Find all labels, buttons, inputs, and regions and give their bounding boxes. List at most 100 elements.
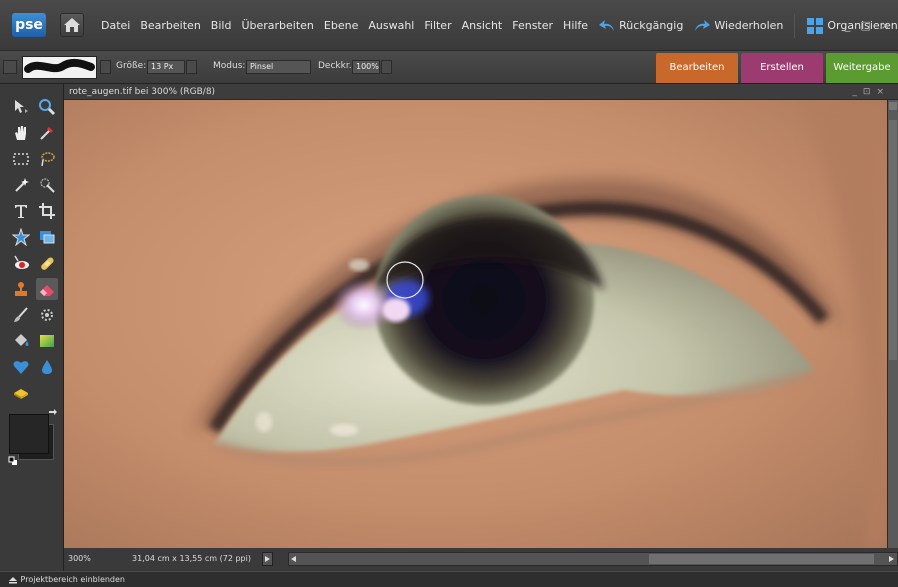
foreground-color-swatch[interactable] bbox=[9, 414, 49, 454]
size-field[interactable]: 13 Px bbox=[147, 60, 185, 74]
cookie-cutter-tool-button[interactable] bbox=[36, 226, 58, 248]
marquee-icon bbox=[13, 153, 29, 165]
image-canvas[interactable] bbox=[64, 100, 887, 548]
document-close-button[interactable]: × bbox=[876, 87, 890, 97]
zoom-tool-button[interactable] bbox=[36, 96, 58, 118]
brush-preview[interactable] bbox=[22, 56, 97, 79]
menu-ansicht[interactable]: Ansicht bbox=[457, 0, 508, 51]
brush-tool-button[interactable] bbox=[10, 304, 32, 326]
paint-bucket-tool-button[interactable] bbox=[10, 330, 32, 352]
quick-selection-tool-button[interactable] bbox=[36, 174, 58, 196]
default-colors-icon[interactable] bbox=[8, 456, 18, 466]
mode-select[interactable]: Pinsel bbox=[246, 60, 311, 74]
healing-brush-tool-button[interactable] bbox=[36, 252, 58, 274]
sponge-tool-button[interactable] bbox=[10, 382, 32, 404]
menu-ebene[interactable]: Ebene bbox=[319, 0, 363, 51]
brush-icon bbox=[14, 307, 28, 322]
horizontal-scroll-thumb[interactable] bbox=[649, 554, 874, 564]
opacity-field[interactable]: 100% bbox=[352, 60, 380, 74]
document-restore-button[interactable]: ⊡ bbox=[863, 87, 877, 97]
type-icon bbox=[15, 205, 27, 218]
document-title[interactable]: rote_augen.tif bei 300% (RGB/8) _⊡× bbox=[64, 84, 898, 100]
zoom-readout[interactable]: 300% bbox=[68, 554, 91, 563]
tool-preset-dropdown[interactable] bbox=[3, 60, 17, 74]
document-window: rote_augen.tif bei 300% (RGB/8) _⊡× 300%… bbox=[64, 84, 898, 571]
horizontal-scrollbar[interactable] bbox=[288, 552, 898, 566]
document-title-text: rote_augen.tif bei 300% (RGB/8) bbox=[69, 87, 216, 97]
eraser-tool-button[interactable] bbox=[36, 278, 58, 300]
move-icon bbox=[15, 100, 28, 113]
eyedropper-icon bbox=[40, 127, 53, 140]
shape-tool-button[interactable] bbox=[10, 226, 32, 248]
bandage-icon bbox=[41, 257, 54, 270]
lasso-icon bbox=[41, 152, 55, 167]
close-button[interactable]: × bbox=[881, 19, 890, 32]
hand-tool-button[interactable] bbox=[10, 122, 32, 144]
red-eye-icon bbox=[14, 255, 29, 269]
custom-shape-tool-button[interactable] bbox=[10, 356, 32, 378]
document-window-controls: _⊡× bbox=[852, 84, 890, 100]
menu-ueberarbeiten[interactable]: Überarbeiten bbox=[236, 0, 318, 51]
menu-datei[interactable]: Datei bbox=[96, 0, 135, 51]
marquee-tool-button[interactable] bbox=[10, 148, 32, 170]
tab-erstellen[interactable]: Erstellen bbox=[741, 53, 823, 83]
gradient-icon bbox=[40, 335, 54, 347]
eject-icon bbox=[9, 576, 17, 583]
magic-wand-icon bbox=[15, 178, 29, 192]
maximize-button[interactable]: □ bbox=[860, 19, 870, 32]
menu-bar: pse Datei Bearbeiten Bild Überarbeiten E… bbox=[0, 0, 898, 51]
scroll-left-icon[interactable] bbox=[289, 553, 299, 565]
blur-tool-button[interactable] bbox=[36, 356, 58, 378]
heart-icon bbox=[13, 361, 29, 374]
type-tool-button[interactable] bbox=[10, 200, 32, 222]
lasso-tool-button[interactable] bbox=[36, 148, 58, 170]
home-button[interactable] bbox=[60, 13, 84, 37]
undo-button[interactable]: Rückgängig bbox=[593, 0, 688, 51]
project-bin-toggle-label: Projektbereich einblenden bbox=[20, 575, 125, 584]
undo-label: Rückgängig bbox=[619, 19, 684, 32]
menu-auswahl[interactable]: Auswahl bbox=[363, 0, 419, 51]
document-dimensions: 31,04 cm x 13,55 cm (72 ppi) bbox=[132, 554, 251, 563]
menu-hilfe[interactable]: Hilfe bbox=[558, 0, 593, 51]
brush-dropdown[interactable] bbox=[100, 60, 111, 74]
tab-weitergabe[interactable]: Weitergabe bbox=[826, 53, 898, 83]
move-tool-button[interactable] bbox=[10, 96, 32, 118]
vertical-scroll-thumb[interactable] bbox=[889, 120, 897, 360]
crop-tool-button[interactable] bbox=[36, 200, 58, 222]
status-menu-button[interactable] bbox=[262, 552, 273, 566]
document-minimize-button[interactable]: _ bbox=[852, 87, 863, 97]
project-bin-bar[interactable]: Projektbereich einblenden bbox=[0, 571, 898, 587]
brush-stroke-icon bbox=[24, 58, 95, 73]
organizer-grid-icon bbox=[807, 17, 824, 34]
scroll-up-button[interactable] bbox=[889, 102, 897, 110]
menu-fenster[interactable]: Fenster bbox=[507, 0, 558, 51]
menu-filter[interactable]: Filter bbox=[419, 0, 456, 51]
cookie-cutter-icon bbox=[40, 231, 55, 244]
quick-selection-icon bbox=[40, 178, 55, 193]
clone-stamp-tool-button[interactable] bbox=[10, 278, 32, 300]
vertical-scrollbar[interactable] bbox=[887, 100, 898, 548]
magic-wand-tool-button[interactable] bbox=[10, 174, 32, 196]
star-shape-icon bbox=[12, 228, 30, 246]
tab-bearbeiten[interactable]: Bearbeiten bbox=[656, 53, 738, 83]
app-logo[interactable]: pse bbox=[12, 13, 46, 37]
smart-brush-tool-button[interactable] bbox=[36, 304, 58, 326]
zoom-icon bbox=[39, 99, 56, 116]
size-dropdown[interactable] bbox=[186, 60, 197, 74]
undo-icon bbox=[599, 19, 615, 31]
opacity-dropdown[interactable] bbox=[381, 60, 392, 74]
swap-colors-icon[interactable] bbox=[48, 408, 58, 418]
gradient-tool-button[interactable] bbox=[36, 330, 58, 352]
menu-bild[interactable]: Bild bbox=[206, 0, 237, 51]
minimize-button[interactable]: _ bbox=[845, 19, 851, 32]
play-arrow-icon bbox=[265, 556, 270, 562]
mode-label: Modus: bbox=[213, 61, 246, 71]
red-eye-tool-button[interactable] bbox=[10, 252, 32, 274]
scroll-right-icon[interactable] bbox=[886, 553, 896, 565]
opacity-label: Deckkr.: bbox=[318, 61, 355, 71]
redo-button[interactable]: Wiederholen bbox=[688, 0, 788, 51]
water-drop-icon bbox=[42, 360, 52, 374]
eyedropper-tool-button[interactable] bbox=[36, 122, 58, 144]
toolbox bbox=[0, 84, 64, 571]
menu-bearbeiten[interactable]: Bearbeiten bbox=[135, 0, 205, 51]
